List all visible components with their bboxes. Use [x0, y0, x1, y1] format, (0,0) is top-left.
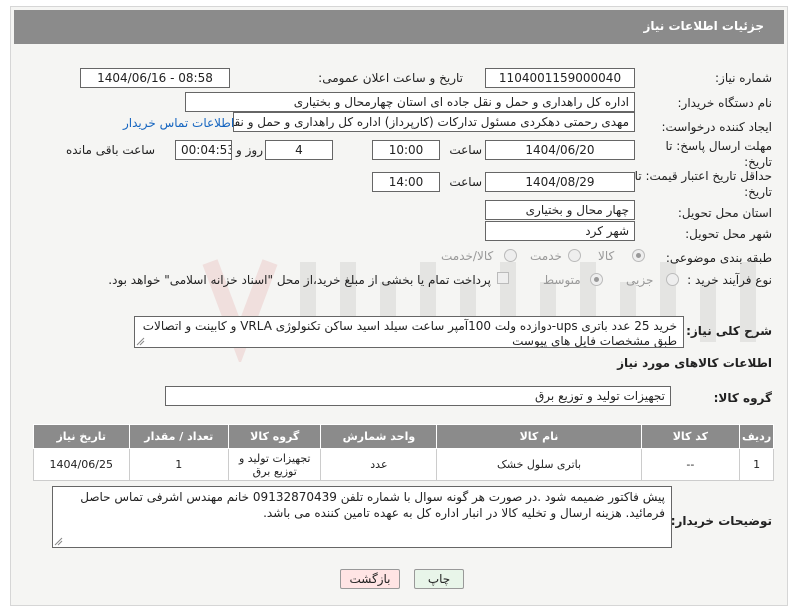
col-header-code: کد کالا	[640, 424, 741, 449]
panel-header: جزئیات اطلاعات نیاز	[14, 10, 784, 44]
deadline-time-label: ساعت	[449, 143, 482, 157]
city-field: شهر کرد	[485, 221, 635, 241]
description-field: خرید 25 عدد باتری ups-دوازده ولت 100آمپر…	[134, 316, 684, 348]
validity-time-label: ساعت	[449, 175, 482, 189]
treasury-payment-checkbox[interactable]	[497, 272, 509, 284]
announce-field: 1404/06/16 - 08:58	[80, 68, 230, 88]
cell-date: 1404/06/25	[33, 448, 130, 481]
category-label: طبقه بندی موضوعی:	[665, 251, 772, 265]
cell-group: تجهیزات تولید و توزیع برق	[228, 448, 322, 481]
resize-grip-icon	[54, 537, 63, 546]
table-row: 1 -- باتری سلول خشک عدد تجهیزات تولید و …	[33, 448, 774, 481]
category-goods-radio[interactable]	[632, 249, 645, 262]
col-header-unit: واحد شمارش	[320, 424, 438, 449]
cell-unit: عدد	[320, 448, 438, 481]
panel-title: جزئیات اطلاعات نیاز	[643, 19, 764, 33]
items-table: ردیف کد کالا نام کالا واحد شمارش گروه کا…	[33, 424, 774, 481]
process-medium-radio[interactable]	[590, 273, 603, 286]
buyer-org-field: اداره کل راهداری و حمل و نقل جاده ای است…	[185, 92, 635, 112]
days-field: 4	[265, 140, 333, 160]
buyer-notes-label: توضیحات خریدار:	[670, 514, 772, 528]
remaining-time-field: 00:04:53	[175, 140, 232, 160]
cell-code: --	[640, 448, 741, 481]
process-minor-label: جزیی	[626, 273, 654, 287]
province-label: استان محل تحویل:	[677, 206, 772, 220]
col-header-group: گروه کالا	[228, 424, 322, 449]
creator-label: ایجاد کننده درخواست:	[661, 120, 772, 134]
col-header-qty: تعداد / مقدار	[128, 424, 230, 449]
city-label: شهر محل تحویل:	[685, 227, 772, 241]
goods-group-label: گروه کالا:	[713, 391, 772, 405]
goods-info-heading: اطلاعات کالاهای مورد نیاز	[617, 356, 772, 370]
col-header-name: نام کالا	[436, 424, 642, 449]
announce-label: تاریخ و ساعت اعلان عمومی:	[318, 71, 463, 85]
col-header-row-no: ردیف	[739, 424, 774, 449]
validity-date-field: 1404/08/29	[485, 172, 635, 192]
goods-group-field: تجهیزات تولید و توزیع برق	[165, 386, 671, 406]
remaining-label: ساعت باقی مانده	[65, 143, 155, 157]
cell-name: باتری سلول خشک	[436, 448, 642, 481]
validity-time-field: 14:00	[372, 172, 440, 192]
min-validity-label: حداقل تاریخ اعتبار قیمت: تا تاریخ:	[634, 169, 772, 199]
buyer-contact-link[interactable]: اطلاعات تماس خریدار	[123, 116, 234, 130]
process-medium-label: متوسط	[543, 273, 581, 287]
payment-note: پرداخت تمام یا بخشی از مبلغ خرید،از محل …	[108, 273, 491, 287]
description-label: شرح کلی نیاز:	[686, 324, 772, 338]
category-service-label: خدمت	[530, 249, 562, 263]
days-label: روز و	[236, 143, 263, 157]
cell-row-no: 1	[739, 448, 774, 481]
category-goods-label: کالا	[598, 249, 615, 263]
cell-qty: 1	[128, 448, 230, 481]
category-both-label: کالا/خدمت	[441, 249, 494, 263]
creator-field: مهدی رحمتی دهکردی مسئول تدارکات (کارپردا…	[233, 112, 635, 132]
deadline-date-field: 1404/06/20	[485, 140, 635, 160]
deadline-time-field: 10:00	[372, 140, 440, 160]
resize-grip-icon	[136, 337, 145, 346]
need-number-label: شماره نیاز:	[715, 71, 772, 85]
process-label: نوع فرآیند خرید :	[687, 273, 772, 287]
category-both-radio[interactable]	[504, 249, 517, 262]
print-button[interactable]: چاپ	[414, 569, 464, 589]
buyer-notes-field: پیش فاکتور ضمیمه شود .در صورت هر گونه سو…	[52, 486, 672, 548]
col-header-date: تاریخ نیاز	[33, 424, 130, 449]
process-minor-radio[interactable]	[666, 273, 679, 286]
buyer-org-label: نام دستگاه خریدار:	[677, 96, 773, 110]
category-service-radio[interactable]	[568, 249, 581, 262]
deadline-label: مهلت ارسال پاسخ: تا تاریخ:	[665, 139, 772, 169]
need-number-field: 1104001159000040	[485, 68, 635, 88]
province-field: چهار محال و بختیاری	[485, 200, 635, 220]
back-button[interactable]: بازگشت	[340, 569, 400, 589]
